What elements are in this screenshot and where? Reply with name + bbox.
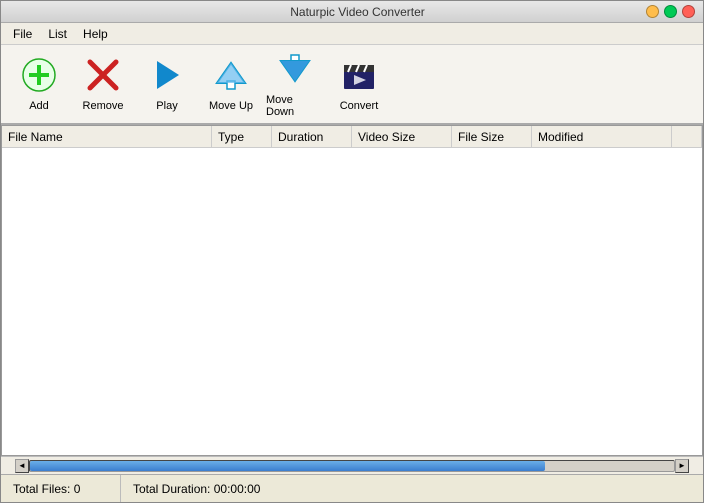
menu-list[interactable]: List (40, 25, 75, 43)
add-icon (21, 57, 57, 96)
col-header-videosize: Video Size (352, 126, 452, 147)
move-up-label: Move Up (209, 100, 253, 112)
status-bar: Total Files: 0 Total Duration: 00:00:00 (1, 474, 703, 502)
move-up-button[interactable]: Move Up (201, 49, 261, 119)
toolbar: Add Remove Play (1, 45, 703, 125)
total-files-section: Total Files: 0 (1, 475, 121, 502)
remove-label: Remove (83, 100, 124, 112)
col-header-modified: Modified (532, 126, 672, 147)
convert-label: Convert (340, 100, 379, 112)
window-controls (646, 5, 695, 18)
title-bar: Naturpic Video Converter (1, 1, 703, 23)
file-table: File Name Type Duration Video Size File … (1, 125, 703, 456)
scrollbar-thumb[interactable] (30, 461, 545, 471)
scroll-right-button[interactable]: ► (675, 459, 689, 473)
scrollbar-track[interactable] (29, 460, 675, 472)
table-header: File Name Type Duration Video Size File … (2, 126, 702, 148)
col-header-filesize: File Size (452, 126, 532, 147)
col-header-type: Type (212, 126, 272, 147)
window-title: Naturpic Video Converter (69, 5, 646, 19)
move-up-icon (213, 57, 249, 96)
total-files-value: 0 (74, 482, 81, 496)
total-duration-label: Total Duration: (133, 482, 210, 496)
menu-file[interactable]: File (5, 25, 40, 43)
remove-button[interactable]: Remove (73, 49, 133, 119)
play-icon (149, 57, 185, 96)
move-down-icon (277, 51, 313, 90)
col-header-filename: File Name (2, 126, 212, 147)
close-button[interactable] (682, 5, 695, 18)
play-button[interactable]: Play (137, 49, 197, 119)
minimize-button[interactable] (646, 5, 659, 18)
maximize-button[interactable] (664, 5, 677, 18)
add-button[interactable]: Add (9, 49, 69, 119)
total-duration-value: 00:00:00 (214, 482, 261, 496)
main-window: Naturpic Video Converter File List Help … (0, 0, 704, 503)
move-down-button[interactable]: Move Down (265, 49, 325, 119)
remove-icon (85, 57, 121, 96)
menu-help[interactable]: Help (75, 25, 116, 43)
menu-bar: File List Help (1, 23, 703, 45)
move-down-label: Move Down (266, 94, 324, 118)
scroll-left-button[interactable]: ◄ (15, 459, 29, 473)
col-header-duration: Duration (272, 126, 352, 147)
table-body[interactable] (2, 148, 702, 455)
total-duration-section: Total Duration: 00:00:00 (121, 482, 272, 496)
convert-icon (341, 57, 377, 96)
convert-button[interactable]: Convert (329, 49, 389, 119)
horizontal-scrollbar: ◄ ► (1, 456, 703, 474)
play-label: Play (156, 100, 177, 112)
col-header-extra (672, 126, 702, 147)
add-label: Add (29, 100, 49, 112)
total-files-label: Total Files: (13, 482, 70, 496)
